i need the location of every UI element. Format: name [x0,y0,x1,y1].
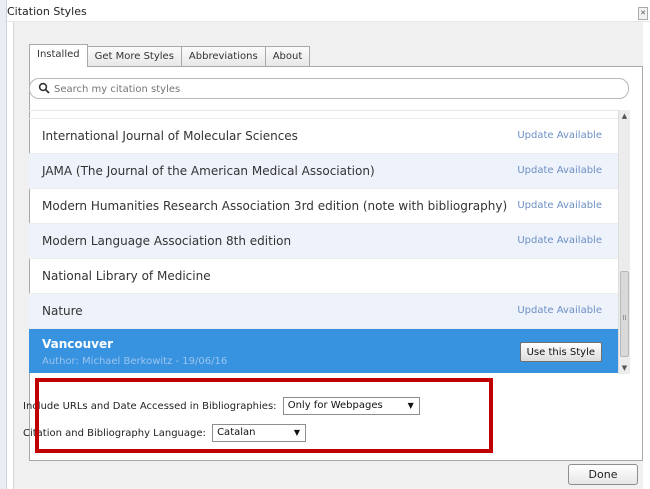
update-available-link[interactable]: Update Available [517,235,602,246]
style-name: JAMA (The Journal of the American Medica… [42,164,375,178]
red-highlight-box [35,378,493,453]
list-item[interactable]: International Journal of Molecular Scien… [29,119,618,154]
search-input[interactable] [54,81,614,97]
style-name: Modern Language Association 8th edition [42,234,292,248]
update-available-link[interactable]: Update Available [517,165,602,176]
list-item[interactable]: JAMA (The Journal of the American Medica… [29,154,618,189]
style-name: International Journal of Molecular Scien… [42,129,298,143]
style-author: Author: Michael Berkowitz - 19/06/16 [42,356,228,367]
tab-strip: Installed Get More Styles Abbreviations … [29,44,311,67]
list-item[interactable]: Nature Update Available [29,294,618,329]
style-name: National Library of Medicine [42,269,211,283]
list-scrollbar[interactable]: ▲ ▼ [618,110,630,374]
scrollbar-thumb[interactable] [620,271,629,357]
style-name: Modern Humanities Research Association 3… [42,199,508,213]
update-available-link[interactable]: Update Available [517,305,602,316]
tab-abbreviations[interactable]: Abbreviations [180,46,266,67]
list-item[interactable]: National Library of Medicine [29,259,618,294]
tab-about[interactable]: About [264,46,311,67]
search-box[interactable] [29,78,629,99]
tab-installed[interactable]: Installed [29,44,88,67]
search-icon [38,82,50,94]
close-icon[interactable]: ✕ [638,7,648,20]
tab-get-more-styles[interactable]: Get More Styles [86,46,182,67]
use-this-style-button[interactable]: Use this Style [519,342,602,362]
style-name: Nature [42,304,83,318]
styles-list: International Journal of Molecular Scien… [29,110,618,374]
update-available-link[interactable]: Update Available [517,130,602,141]
background-window-edge [0,0,7,489]
scroll-down-arrow-icon[interactable]: ▼ [619,362,630,374]
window-title: Citation Styles [7,5,87,18]
title-bar: Citation Styles ✕ [7,0,650,22]
list-item-partial [29,111,618,119]
update-available-link[interactable]: Update Available [517,200,602,211]
grip-icon [623,315,626,320]
list-item[interactable]: Modern Humanities Research Association 3… [29,189,618,224]
selected-list-item[interactable]: Vancouver Author: Michael Berkowitz - 19… [29,329,618,373]
scroll-up-arrow-icon[interactable]: ▲ [619,110,630,122]
list-item[interactable]: Modern Language Association 8th edition … [29,224,618,259]
done-button[interactable]: Done [568,464,638,485]
style-name: Vancouver [42,337,114,351]
